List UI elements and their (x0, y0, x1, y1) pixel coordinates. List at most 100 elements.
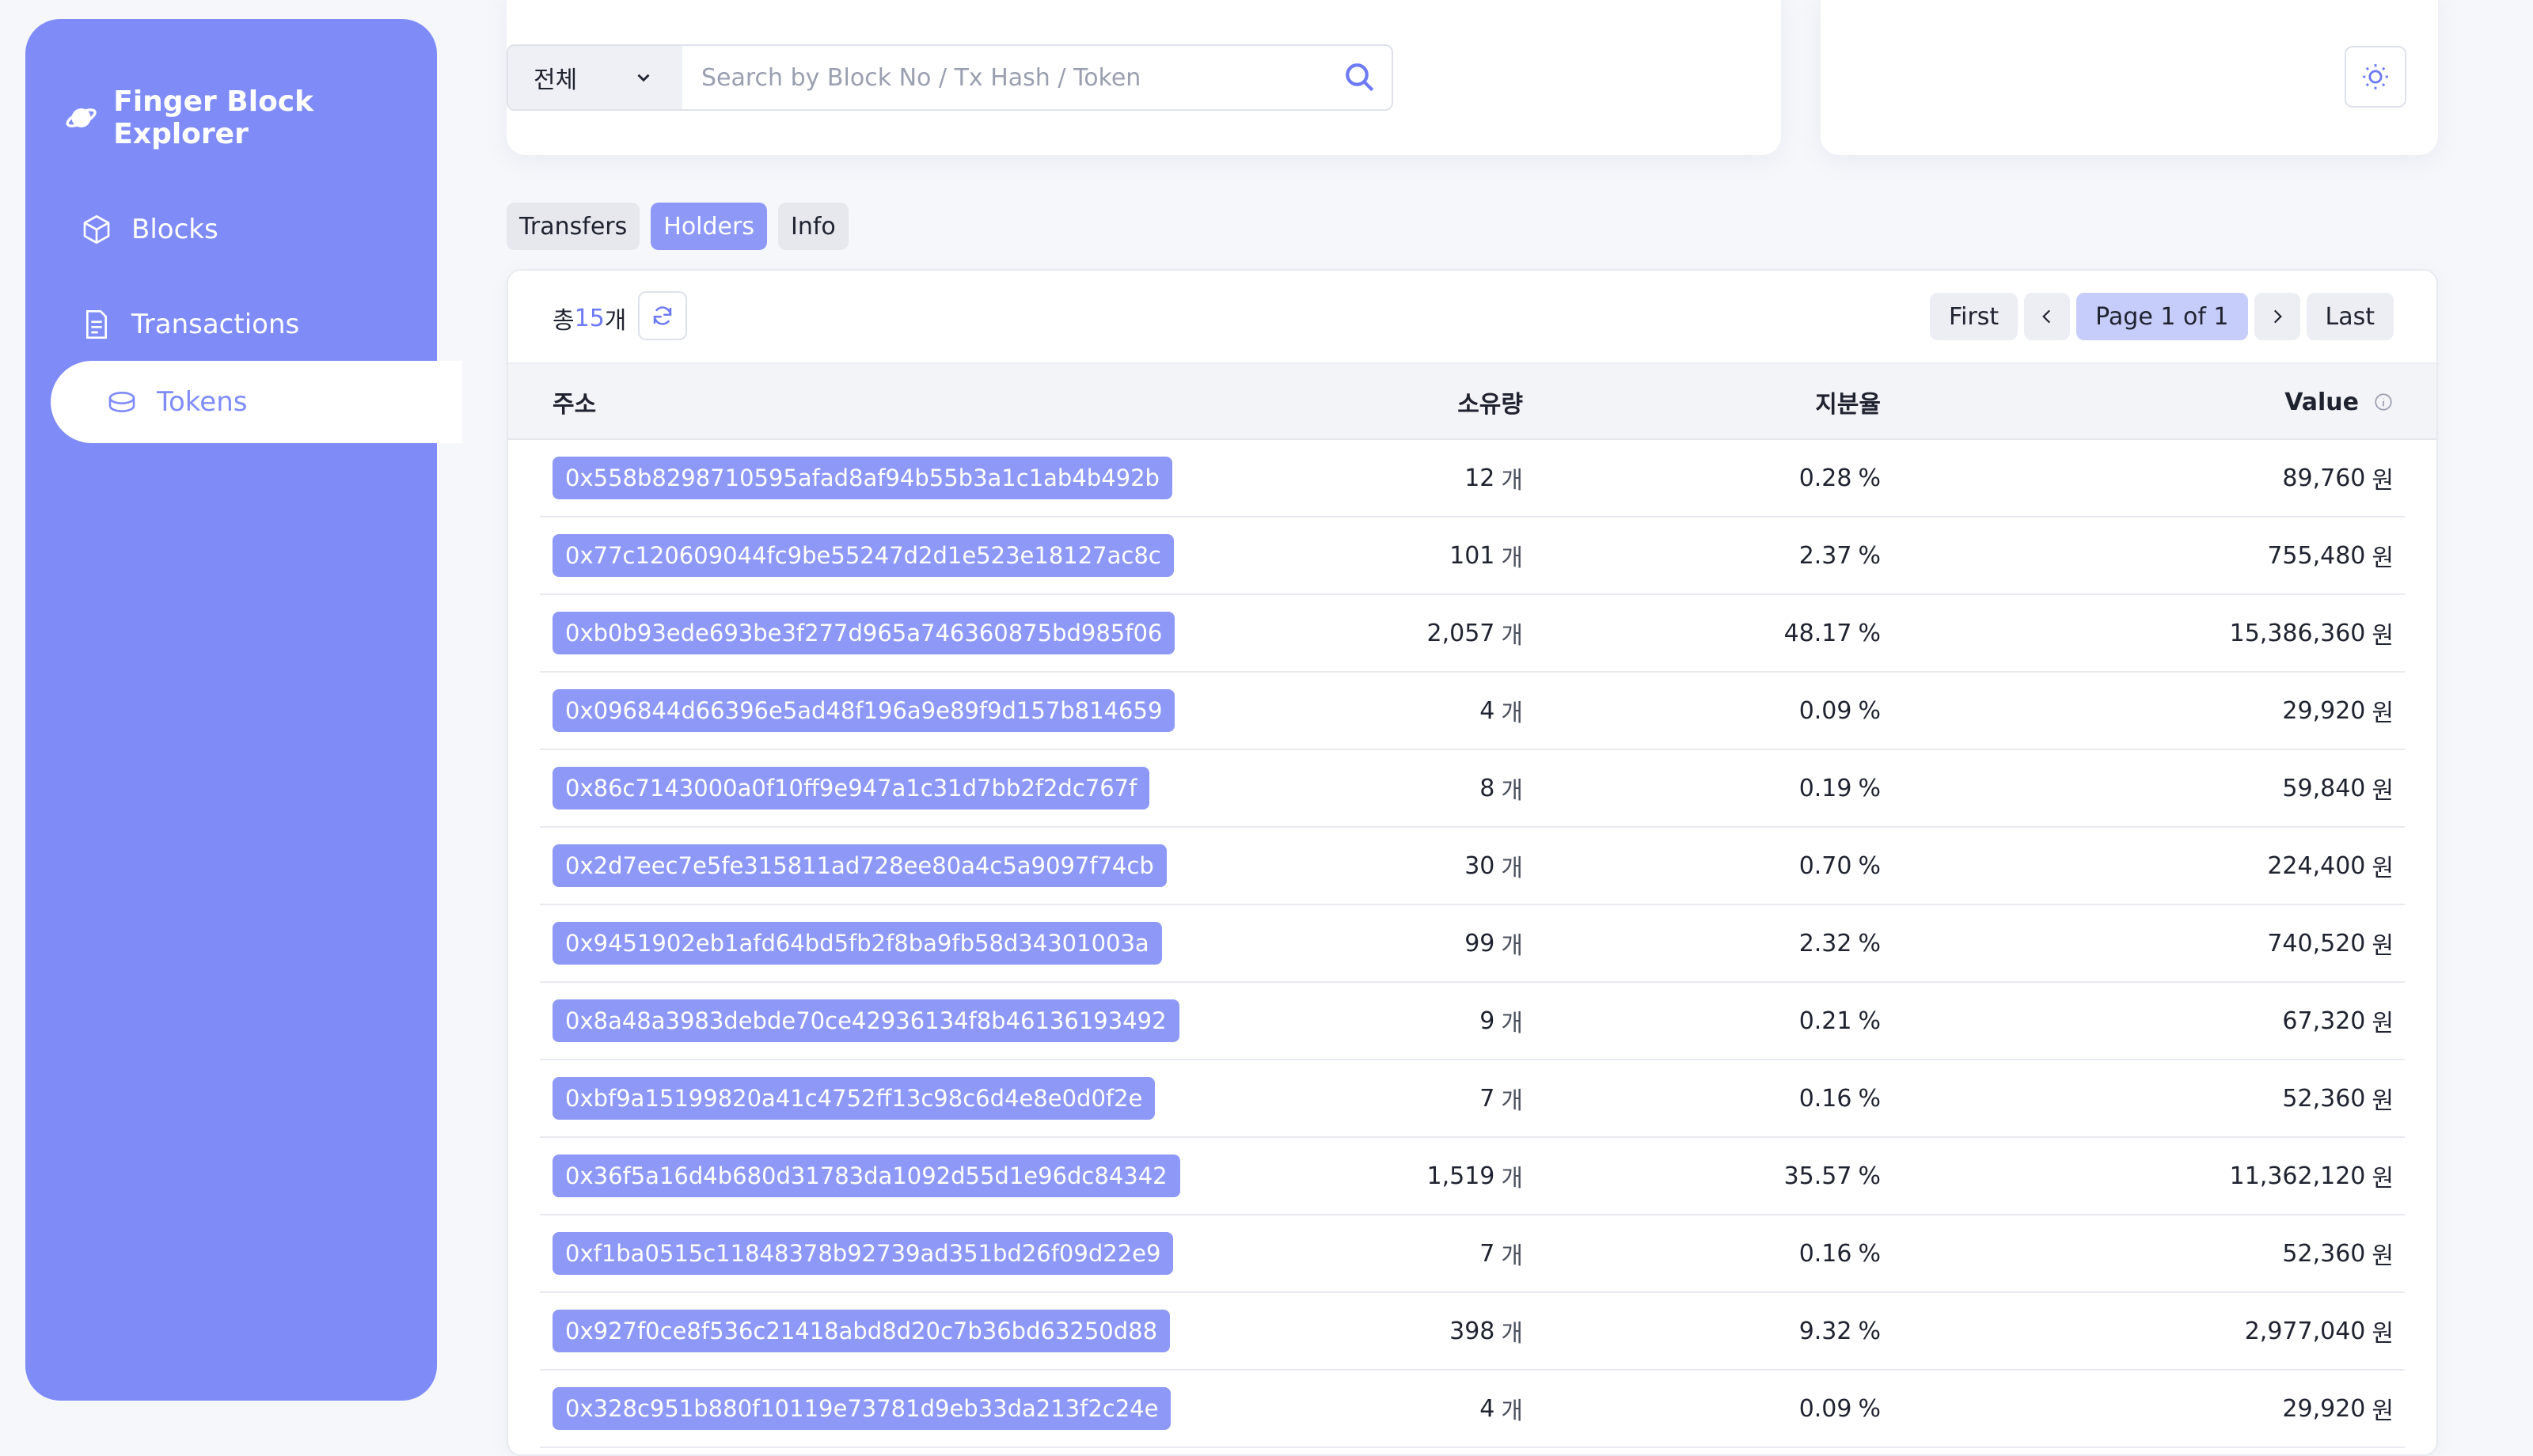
value-unit: 원 (2372, 777, 2394, 805)
amount-unit: 개 (1501, 932, 1523, 960)
share-cell: 0.09% (1799, 673, 1881, 749)
address-link[interactable]: 0x927f0ce8f536c21418abd8d20c7b36bd63250d… (553, 1310, 1171, 1352)
address-link[interactable]: 0xbf9a15199820a41c4752ff13c98c6d4e8e0d0f… (553, 1077, 1156, 1120)
sun-icon (2363, 64, 2388, 89)
share-unit: % (1858, 1239, 1881, 1268)
value-unit: 원 (2372, 1242, 2394, 1270)
search-button[interactable] (1328, 46, 1392, 109)
address-cell: 0x927f0ce8f536c21418abd8d20c7b36bd63250d… (553, 1293, 1171, 1369)
value-unit: 원 (2372, 1087, 2394, 1115)
value-unit: 원 (2372, 467, 2394, 495)
amount-cell: 101 개 (1449, 518, 1523, 593)
amount-value: 7 (1479, 1239, 1495, 1268)
sidebar-item-label: Tokens (157, 386, 248, 418)
pagination: First Page 1 of 1 Last (1930, 293, 2394, 340)
tab-info[interactable]: Info (777, 203, 849, 250)
share-cell: 0.09% (1799, 1371, 1881, 1447)
holders-panel: 총 15 개 First Page 1 of 1 Last 주소 소유량 지분율 … (507, 269, 2438, 1456)
address-link[interactable]: 0x77c120609044fc9be55247d2d1e523e18127ac… (553, 534, 1174, 577)
refresh-button[interactable] (638, 291, 687, 340)
first-page-button[interactable]: First (1930, 293, 2018, 340)
table-row: 0xf1ba0515c11848378b92739ad351bd26f09d22… (540, 1215, 2405, 1293)
amount-unit: 개 (1501, 1397, 1523, 1425)
refresh-icon (653, 306, 672, 325)
last-page-button[interactable]: Last (2306, 293, 2394, 340)
amount-unit: 개 (1501, 700, 1523, 727)
share-cell: 0.19% (1799, 750, 1881, 826)
value-cell: 2,977,040 원 (2245, 1293, 2394, 1369)
value-amount: 59,840 (2282, 774, 2366, 802)
address-link[interactable]: 0x096844d66396e5ad48f196a9e89f9d157b8146… (553, 689, 1175, 732)
address-link[interactable]: 0x328c951b880f10119e73781d9eb33da213f2c2… (553, 1387, 1172, 1430)
value-amount: 29,920 (2282, 696, 2366, 725)
sidebar-item-blocks[interactable]: Blocks (81, 188, 218, 271)
address-link[interactable]: 0x558b8298710595afad8af94b55b3a1c1ab4b49… (553, 457, 1172, 499)
amount-unit: 개 (1501, 777, 1523, 805)
value-cell: 59,840 원 (2282, 750, 2394, 826)
amount-value: 9 (1479, 1007, 1495, 1035)
value-cell: 52,360 원 (2282, 1060, 2394, 1136)
amount-cell: 2,057 개 (1427, 595, 1524, 671)
address-cell: 0x8a48a3983debde70ce42936134f8b461361934… (553, 983, 1179, 1059)
address-link[interactable]: 0x2d7eec7e5fe315811ad728ee80a4c5a9097f74… (553, 844, 1167, 887)
share-cell: 9.32% (1799, 1293, 1881, 1369)
value-cell: 29,920 원 (2282, 1371, 2394, 1447)
amount-cell: 9개 (1479, 983, 1523, 1059)
address-link[interactable]: 0xb0b93ede693be3f277d965a746360875bd985f… (553, 612, 1175, 654)
address-cell: 0xbf9a15199820a41c4752ff13c98c6d4e8e0d0f… (553, 1060, 1156, 1136)
address-link[interactable]: 0x36f5a16d4b680d31783da1092d55d1e96dc843… (553, 1155, 1180, 1197)
search-input[interactable] (682, 46, 1328, 109)
share-value: 2.32 (1798, 929, 1852, 957)
address-link[interactable]: 0x86c7143000a0f10ff9e947a1c31d7bb2f2dc76… (553, 767, 1150, 810)
brand-title: Finger Block Explorer (113, 85, 314, 150)
amount-unit: 개 (1501, 544, 1523, 572)
tab-holders[interactable]: Holders (651, 203, 767, 250)
amount-value: 12 (1464, 464, 1495, 492)
address-link[interactable]: 0xf1ba0515c11848378b92739ad351bd26f09d22… (553, 1232, 1174, 1275)
tab-transfers[interactable]: Transfers (507, 203, 640, 250)
planet-icon (66, 108, 97, 128)
brand-logo[interactable]: Finger Block Explorer (65, 85, 437, 150)
value-amount: 755,480 (2267, 541, 2366, 570)
cube-icon (83, 214, 110, 245)
share-unit: % (1858, 774, 1881, 802)
address-cell: 0x36f5a16d4b680d31783da1092d55d1e96dc843… (553, 1138, 1180, 1214)
page-indicator: Page 1 of 1 (2076, 293, 2248, 340)
value-cell: 11,362,120 원 (2230, 1138, 2394, 1214)
address-link[interactable]: 0x8a48a3983debde70ce42936134f8b461361934… (553, 999, 1179, 1042)
share-unit: % (1858, 619, 1881, 647)
next-page-button[interactable] (2254, 293, 2300, 340)
value-unit: 원 (2372, 1165, 2394, 1192)
table-row: 0xb0b93ede693be3f277d965a746360875bd985f… (540, 595, 2405, 673)
value-amount: 67,320 (2282, 1007, 2366, 1035)
value-unit: 원 (2372, 622, 2394, 650)
share-value: 35.57 (1783, 1162, 1852, 1190)
address-link[interactable]: 0x9451902eb1afd64bd5fb2f8ba9fb58d3430100… (553, 922, 1162, 965)
table-header: 주소 소유량 지분율 Value (508, 362, 2436, 440)
value-amount: 224,400 (2267, 851, 2366, 880)
value-unit: 원 (2372, 544, 2394, 572)
info-icon[interactable] (2373, 392, 2394, 412)
amount-unit: 개 (1501, 1320, 1523, 1348)
search-scope-label: 전체 (534, 66, 578, 94)
amount-value: 398 (1449, 1317, 1495, 1345)
search-scope-select[interactable]: 전체 (508, 46, 682, 109)
chevron-right-icon (2273, 309, 2282, 324)
theme-toggle-button[interactable] (2345, 46, 2406, 108)
amount-value: 7 (1479, 1084, 1495, 1113)
chevron-left-icon (2042, 309, 2051, 324)
table-row: 0x8a48a3983debde70ce42936134f8b461361934… (540, 983, 2405, 1060)
amount-cell: 4개 (1479, 673, 1523, 749)
amount-value: 101 (1449, 541, 1495, 570)
amount-unit: 개 (1501, 855, 1523, 882)
value-amount: 740,520 (2267, 929, 2366, 957)
share-unit: % (1858, 541, 1881, 570)
sidebar-item-tokens[interactable]: Tokens (51, 361, 462, 443)
value-unit: 원 (2372, 700, 2394, 727)
table-row: 0xbf9a15199820a41c4752ff13c98c6d4e8e0d0f… (540, 1060, 2405, 1138)
prev-page-button[interactable] (2024, 293, 2071, 340)
amount-value: 99 (1464, 929, 1495, 957)
sidebar-item-label: Blocks (131, 214, 218, 245)
sidebar-item-transactions[interactable]: Transactions (81, 283, 299, 366)
table-row: 0x558b8298710595afad8af94b55b3a1c1ab4b49… (540, 440, 2405, 518)
